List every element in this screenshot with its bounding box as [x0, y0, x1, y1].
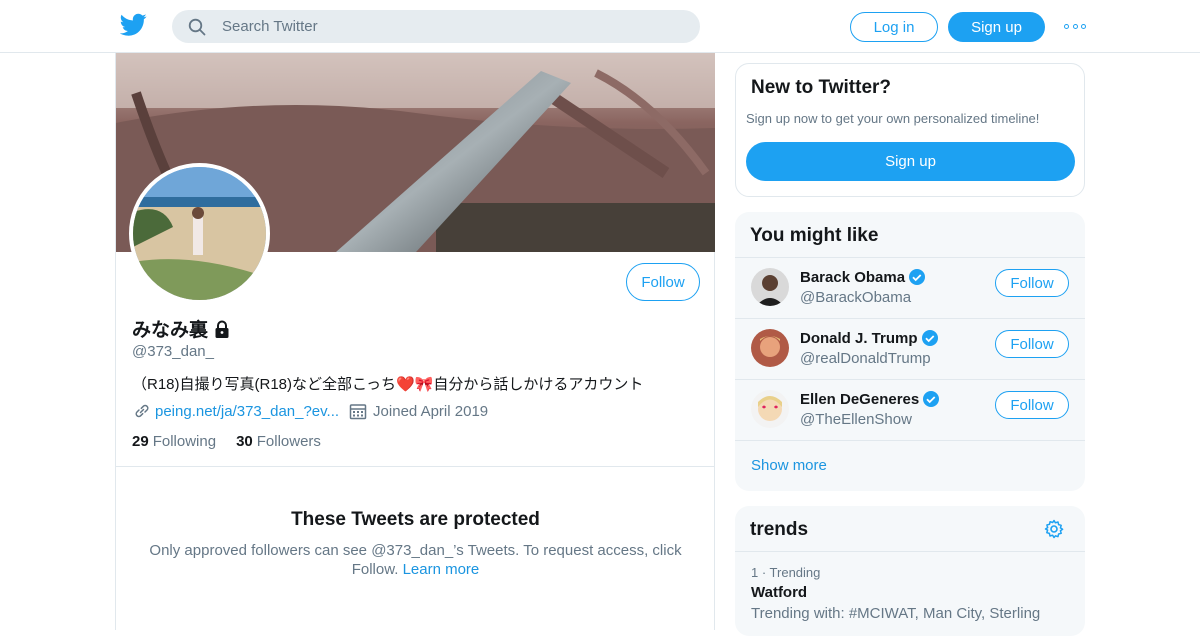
might-like-title: You might like	[750, 225, 879, 246]
profile-bio: （R18)自撮り写真(R18)など全部こっち❤️🎀自分から話しかけるアカウント	[132, 376, 644, 393]
avatar[interactable]	[751, 268, 789, 306]
avatar[interactable]	[751, 329, 789, 367]
follow-button[interactable]: Follow	[995, 330, 1069, 358]
following-stat[interactable]: 29 Following	[132, 433, 216, 450]
link-icon	[135, 404, 149, 418]
protected-message: Only approved followers can see @373_dan…	[149, 542, 682, 578]
profile-stats: 29 Following 30 Followers	[132, 433, 321, 450]
profile-meta: peing.net/ja/373_dan_?ev... Joined April…	[132, 402, 488, 420]
trend-name[interactable]: Watford	[751, 584, 807, 601]
suggested-user-row[interactable]: Donald J. Trump @realDonaldTrump Follow	[735, 318, 1085, 379]
login-button[interactable]: Log in	[850, 12, 938, 42]
top-navigation-bar: Log in Sign up	[0, 0, 1200, 53]
trend-context: Trending with: #MCIWAT, Man City, Sterli…	[751, 605, 1041, 622]
profile-name: みなみ裏	[132, 320, 209, 341]
trend-rank: 1 · Trending	[751, 565, 821, 580]
search-icon	[188, 18, 206, 36]
calendar-icon	[349, 404, 367, 420]
verified-badge-icon	[909, 269, 926, 285]
profile-website-link[interactable]: peing.net/ja/373_dan_?ev...	[155, 403, 339, 420]
follow-button[interactable]: Follow	[995, 391, 1069, 419]
new-card-title: New to Twitter?	[751, 77, 892, 98]
sidebar-signup-button[interactable]: Sign up	[746, 142, 1075, 181]
joined-date: Joined April 2019	[373, 402, 489, 420]
signup-button[interactable]: Sign up	[948, 12, 1045, 42]
search-box[interactable]	[172, 10, 700, 43]
suggested-user-handle: @TheEllenShow	[800, 411, 912, 428]
section-divider	[116, 466, 715, 467]
lock-icon	[215, 320, 229, 338]
show-more-link[interactable]: Show more	[751, 457, 827, 474]
follow-button[interactable]: Follow	[626, 263, 700, 301]
profile-handle: @373_dan_	[132, 343, 214, 360]
follow-button[interactable]: Follow	[995, 269, 1069, 297]
suggested-user-name: Barack Obama	[800, 268, 906, 286]
new-to-twitter-card: New to Twitter? Sign up now to get your …	[735, 63, 1085, 197]
suggested-user-name: Donald J. Trump	[800, 329, 918, 347]
you-might-like-card: You might like Barack Obama @BarackObama…	[735, 212, 1085, 491]
more-dots-icon[interactable]	[1064, 18, 1086, 34]
suggested-user-name: Ellen DeGeneres	[800, 390, 920, 408]
trends-title: trends	[750, 519, 809, 540]
avatar[interactable]	[751, 390, 789, 428]
gear-icon[interactable]	[1044, 519, 1064, 539]
show-more-row[interactable]: Show more	[735, 440, 1085, 491]
verified-badge-icon	[921, 330, 938, 346]
twitter-bird-icon[interactable]	[120, 13, 147, 37]
profile-column: Follow みなみ裏 @373_dan_ （R18)自撮り写真(R18)など全…	[115, 53, 715, 630]
profile-name-row: みなみ裏	[132, 315, 232, 342]
trends-divider	[735, 551, 1085, 552]
search-input[interactable]	[222, 10, 682, 43]
followers-stat[interactable]: 30 Followers	[236, 433, 321, 450]
trends-card: trends 1 · Trending Watford Trending wit…	[735, 506, 1085, 636]
suggested-user-handle: @BarackObama	[800, 289, 912, 306]
protected-title: These Tweets are protected	[291, 509, 540, 530]
suggested-user-row[interactable]: Ellen DeGeneres @TheEllenShow Follow	[735, 379, 1085, 440]
suggested-user-row[interactable]: Barack Obama @BarackObama Follow	[735, 257, 1085, 318]
suggested-user-handle: @realDonaldTrump	[800, 350, 931, 367]
new-card-text: Sign up now to get your own personalized…	[746, 111, 1040, 126]
profile-avatar[interactable]	[129, 163, 270, 304]
verified-badge-icon	[923, 391, 940, 407]
learn-more-link[interactable]: Learn more	[403, 561, 480, 578]
